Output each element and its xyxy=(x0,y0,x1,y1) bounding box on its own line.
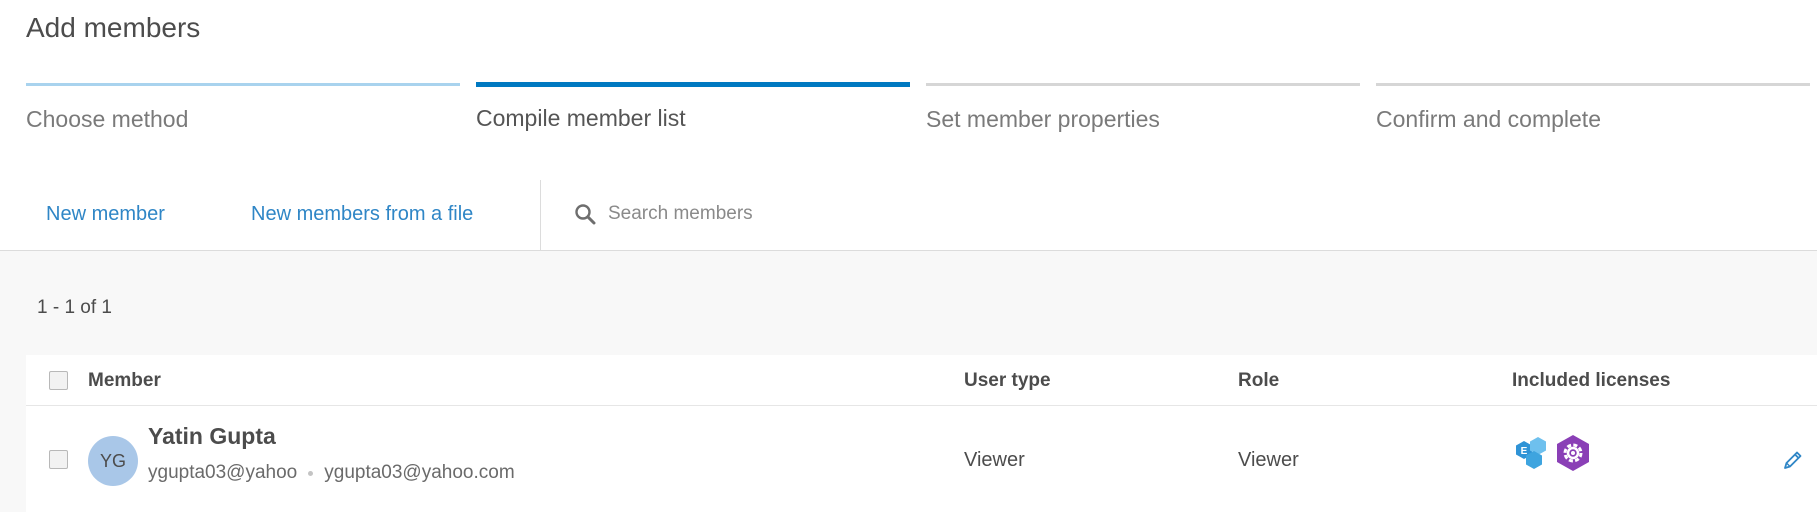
member-name: Yatin Gupta xyxy=(148,423,276,449)
pencil-icon[interactable] xyxy=(1782,449,1804,471)
row-select-checkbox[interactable] xyxy=(49,450,68,469)
member-list-area: 1 - 1 of 1 Member User type Role Include… xyxy=(0,251,1817,512)
toolbar-divider xyxy=(540,180,541,250)
user-type-value: Viewer xyxy=(964,449,1025,471)
role-value: Viewer xyxy=(1238,449,1299,471)
select-all-checkbox[interactable] xyxy=(49,371,68,390)
step-confirm-and-complete: Confirm and complete xyxy=(1376,83,1810,133)
esri-e-hexagon-icon: E xyxy=(1516,437,1546,469)
svg-text:E: E xyxy=(1521,446,1528,457)
page-title: Add members xyxy=(26,12,201,43)
step-progress-bar xyxy=(476,82,910,87)
member-email: ygupta03@yahoo.com xyxy=(324,462,515,483)
member-account-info: ygupta03@yahoo ygupta03@yahoo.com xyxy=(148,462,515,484)
column-header-role[interactable]: Role xyxy=(1238,370,1279,392)
search-icon xyxy=(575,204,596,225)
column-header-member[interactable]: Member xyxy=(88,370,161,392)
search-box[interactable] xyxy=(574,196,1174,232)
step-label: Set member properties xyxy=(926,106,1160,132)
actions-toolbar: New member New members from a file xyxy=(0,178,1817,251)
member-table: Member User type Role Included licenses … xyxy=(26,355,1817,512)
new-member-link[interactable]: New member xyxy=(46,203,165,226)
step-compile-member-list[interactable]: Compile member list xyxy=(476,82,910,132)
column-header-included-licenses: Included licenses xyxy=(1512,370,1671,391)
avatar-initials: YG xyxy=(99,450,126,471)
pagination-range: 1 - 1 of 1 xyxy=(37,297,112,318)
separator-dot xyxy=(308,470,314,476)
table-row: YG Yatin Gupta ygupta03@yahoo ygupta03@y… xyxy=(26,406,1817,512)
step-label: Compile member list xyxy=(476,105,686,131)
step-label: Choose method xyxy=(26,106,189,132)
step-progress-bar xyxy=(926,83,1360,86)
avatar: YG xyxy=(88,436,138,486)
step-label: Confirm and complete xyxy=(1376,106,1601,132)
new-members-from-file-link[interactable]: New members from a file xyxy=(251,203,473,226)
step-progress-bar xyxy=(1376,83,1810,86)
column-header-user-type[interactable]: User type xyxy=(964,370,1051,392)
step-choose-method[interactable]: Choose method xyxy=(26,83,460,133)
gear-hexagon-icon xyxy=(1557,435,1589,471)
step-set-member-properties: Set member properties xyxy=(926,83,1360,133)
member-username: ygupta03@yahoo xyxy=(148,462,298,483)
table-header: Member User type Role Included licenses xyxy=(26,355,1817,406)
step-progress-bar xyxy=(26,83,460,86)
search-input[interactable] xyxy=(606,202,1130,226)
